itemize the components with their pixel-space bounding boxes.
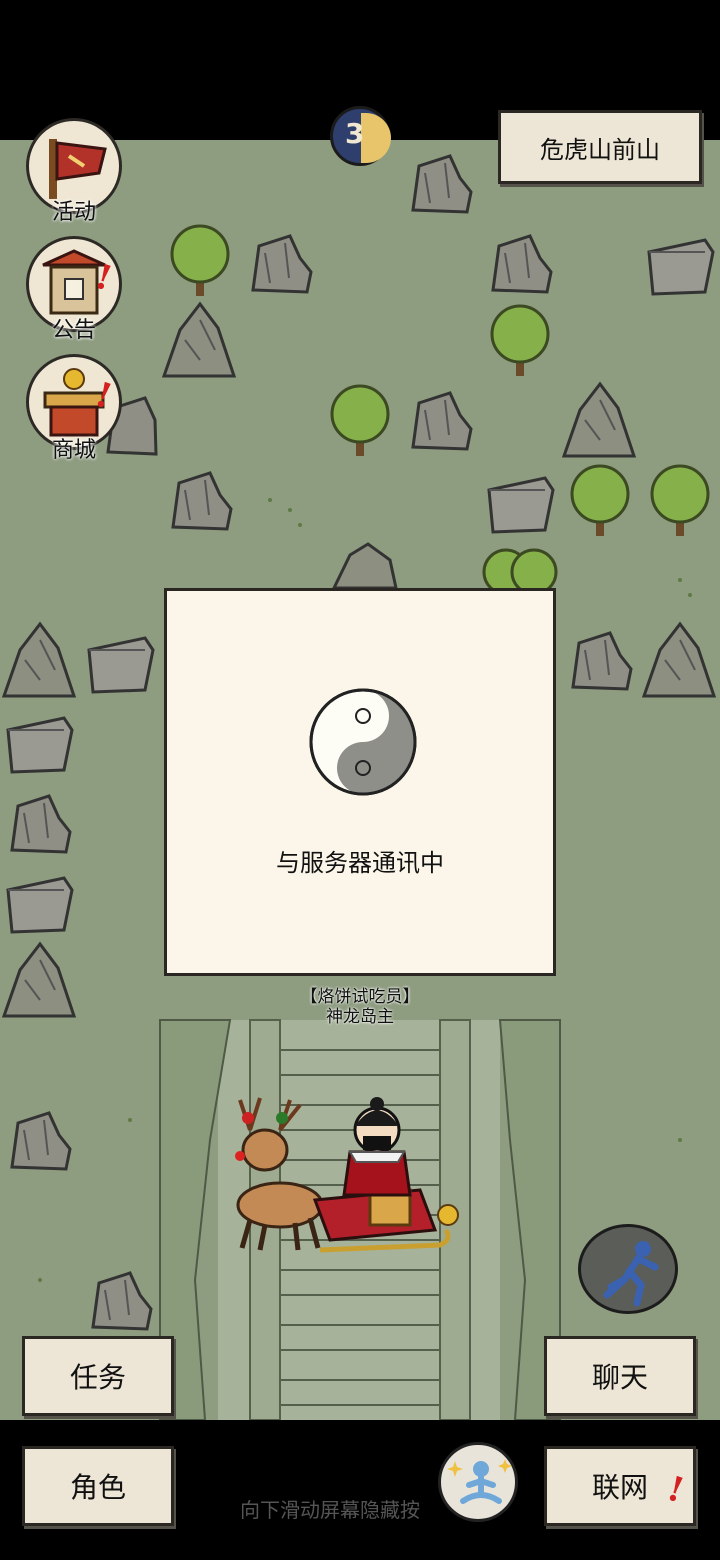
- tree: [570, 464, 630, 536]
- rock: [487, 476, 555, 534]
- location-name: 危虎山前山: [540, 135, 660, 164]
- rock: [251, 234, 313, 294]
- tree: [330, 384, 390, 456]
- rock: [411, 391, 473, 451]
- rock: [411, 154, 473, 214]
- chat-button[interactable]: 聊天: [544, 1336, 696, 1416]
- notice-label: 公告: [51, 318, 96, 343]
- rock: [161, 301, 237, 378]
- rock: [647, 238, 715, 296]
- reindeer: [235, 1097, 324, 1251]
- loading-dialog: 与服务器通讯中: [164, 588, 556, 976]
- meditation-icon: [447, 1459, 512, 1504]
- tasks-button[interactable]: 任务: [22, 1336, 174, 1416]
- network-label: 联网: [591, 1471, 648, 1504]
- location-banner: 危虎山前山: [498, 110, 702, 184]
- running-man-icon: [603, 1241, 659, 1307]
- rock: [6, 716, 74, 774]
- rock: [10, 1111, 72, 1171]
- loading-message: 与服务器通讯中: [276, 849, 444, 877]
- character-name: 神龙岛主: [326, 1007, 394, 1027]
- tree: [170, 224, 230, 296]
- activity-label: 活动: [51, 200, 96, 225]
- rock: [331, 542, 398, 590]
- rock: [561, 381, 637, 458]
- player-character[interactable]: [220, 1090, 460, 1260]
- tree: [490, 304, 550, 376]
- tasks-label: 任务: [69, 1361, 126, 1394]
- yin-yang-icon: [309, 688, 417, 796]
- rock: [171, 471, 233, 531]
- rock: [6, 876, 74, 934]
- role-button[interactable]: 角色: [22, 1446, 174, 1526]
- rock: [1, 621, 77, 698]
- tree: [482, 548, 558, 590]
- rock: [641, 621, 717, 698]
- rider: [342, 1097, 412, 1197]
- day-moon-indicator[interactable]: 3: [330, 106, 391, 166]
- rock: [10, 794, 72, 854]
- swipe-hint: 向下滑动屏幕隐藏按: [240, 1498, 420, 1522]
- sleigh: [312, 1188, 459, 1253]
- rock: [571, 631, 633, 691]
- role-label: 角色: [69, 1471, 126, 1504]
- day-number: 3: [345, 117, 365, 150]
- meditate-button[interactable]: [438, 1442, 518, 1522]
- rock: [491, 234, 553, 294]
- shop-label: 商城: [51, 438, 96, 463]
- rock: [1, 941, 77, 1018]
- sprint-button[interactable]: [578, 1224, 678, 1314]
- rock: [91, 1271, 153, 1331]
- tree: [650, 464, 710, 536]
- chat-label: 聊天: [591, 1361, 648, 1394]
- rock: [87, 636, 155, 694]
